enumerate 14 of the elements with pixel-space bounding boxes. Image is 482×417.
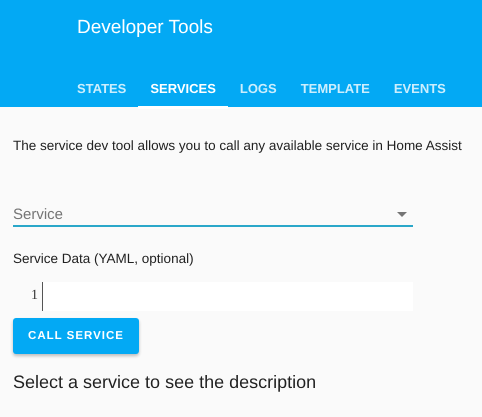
description-heading: Select a service to see the description — [13, 372, 318, 393]
call-service-button[interactable]: CALL SERVICE — [13, 318, 139, 354]
service-select[interactable]: Service — [13, 197, 413, 227]
tab[interactable]: STATES — [65, 69, 138, 109]
tab[interactable]: EVENTS — [382, 69, 458, 109]
intro-text: The service dev tool allows you to call any available service in Home Assist — [13, 138, 463, 153]
tab[interactable]: TEMPLATE — [288, 69, 382, 109]
code-editor[interactable] — [43, 282, 413, 311]
tab[interactable]: SERVICES — [138, 69, 228, 109]
dropdown-caret-icon — [397, 212, 407, 217]
tab[interactable]: LOGS — [228, 69, 289, 109]
page-title: Developer Tools — [77, 17, 214, 39]
line-number: 1 — [31, 288, 38, 304]
field-label: Service Data (YAML, optional) — [13, 251, 195, 266]
